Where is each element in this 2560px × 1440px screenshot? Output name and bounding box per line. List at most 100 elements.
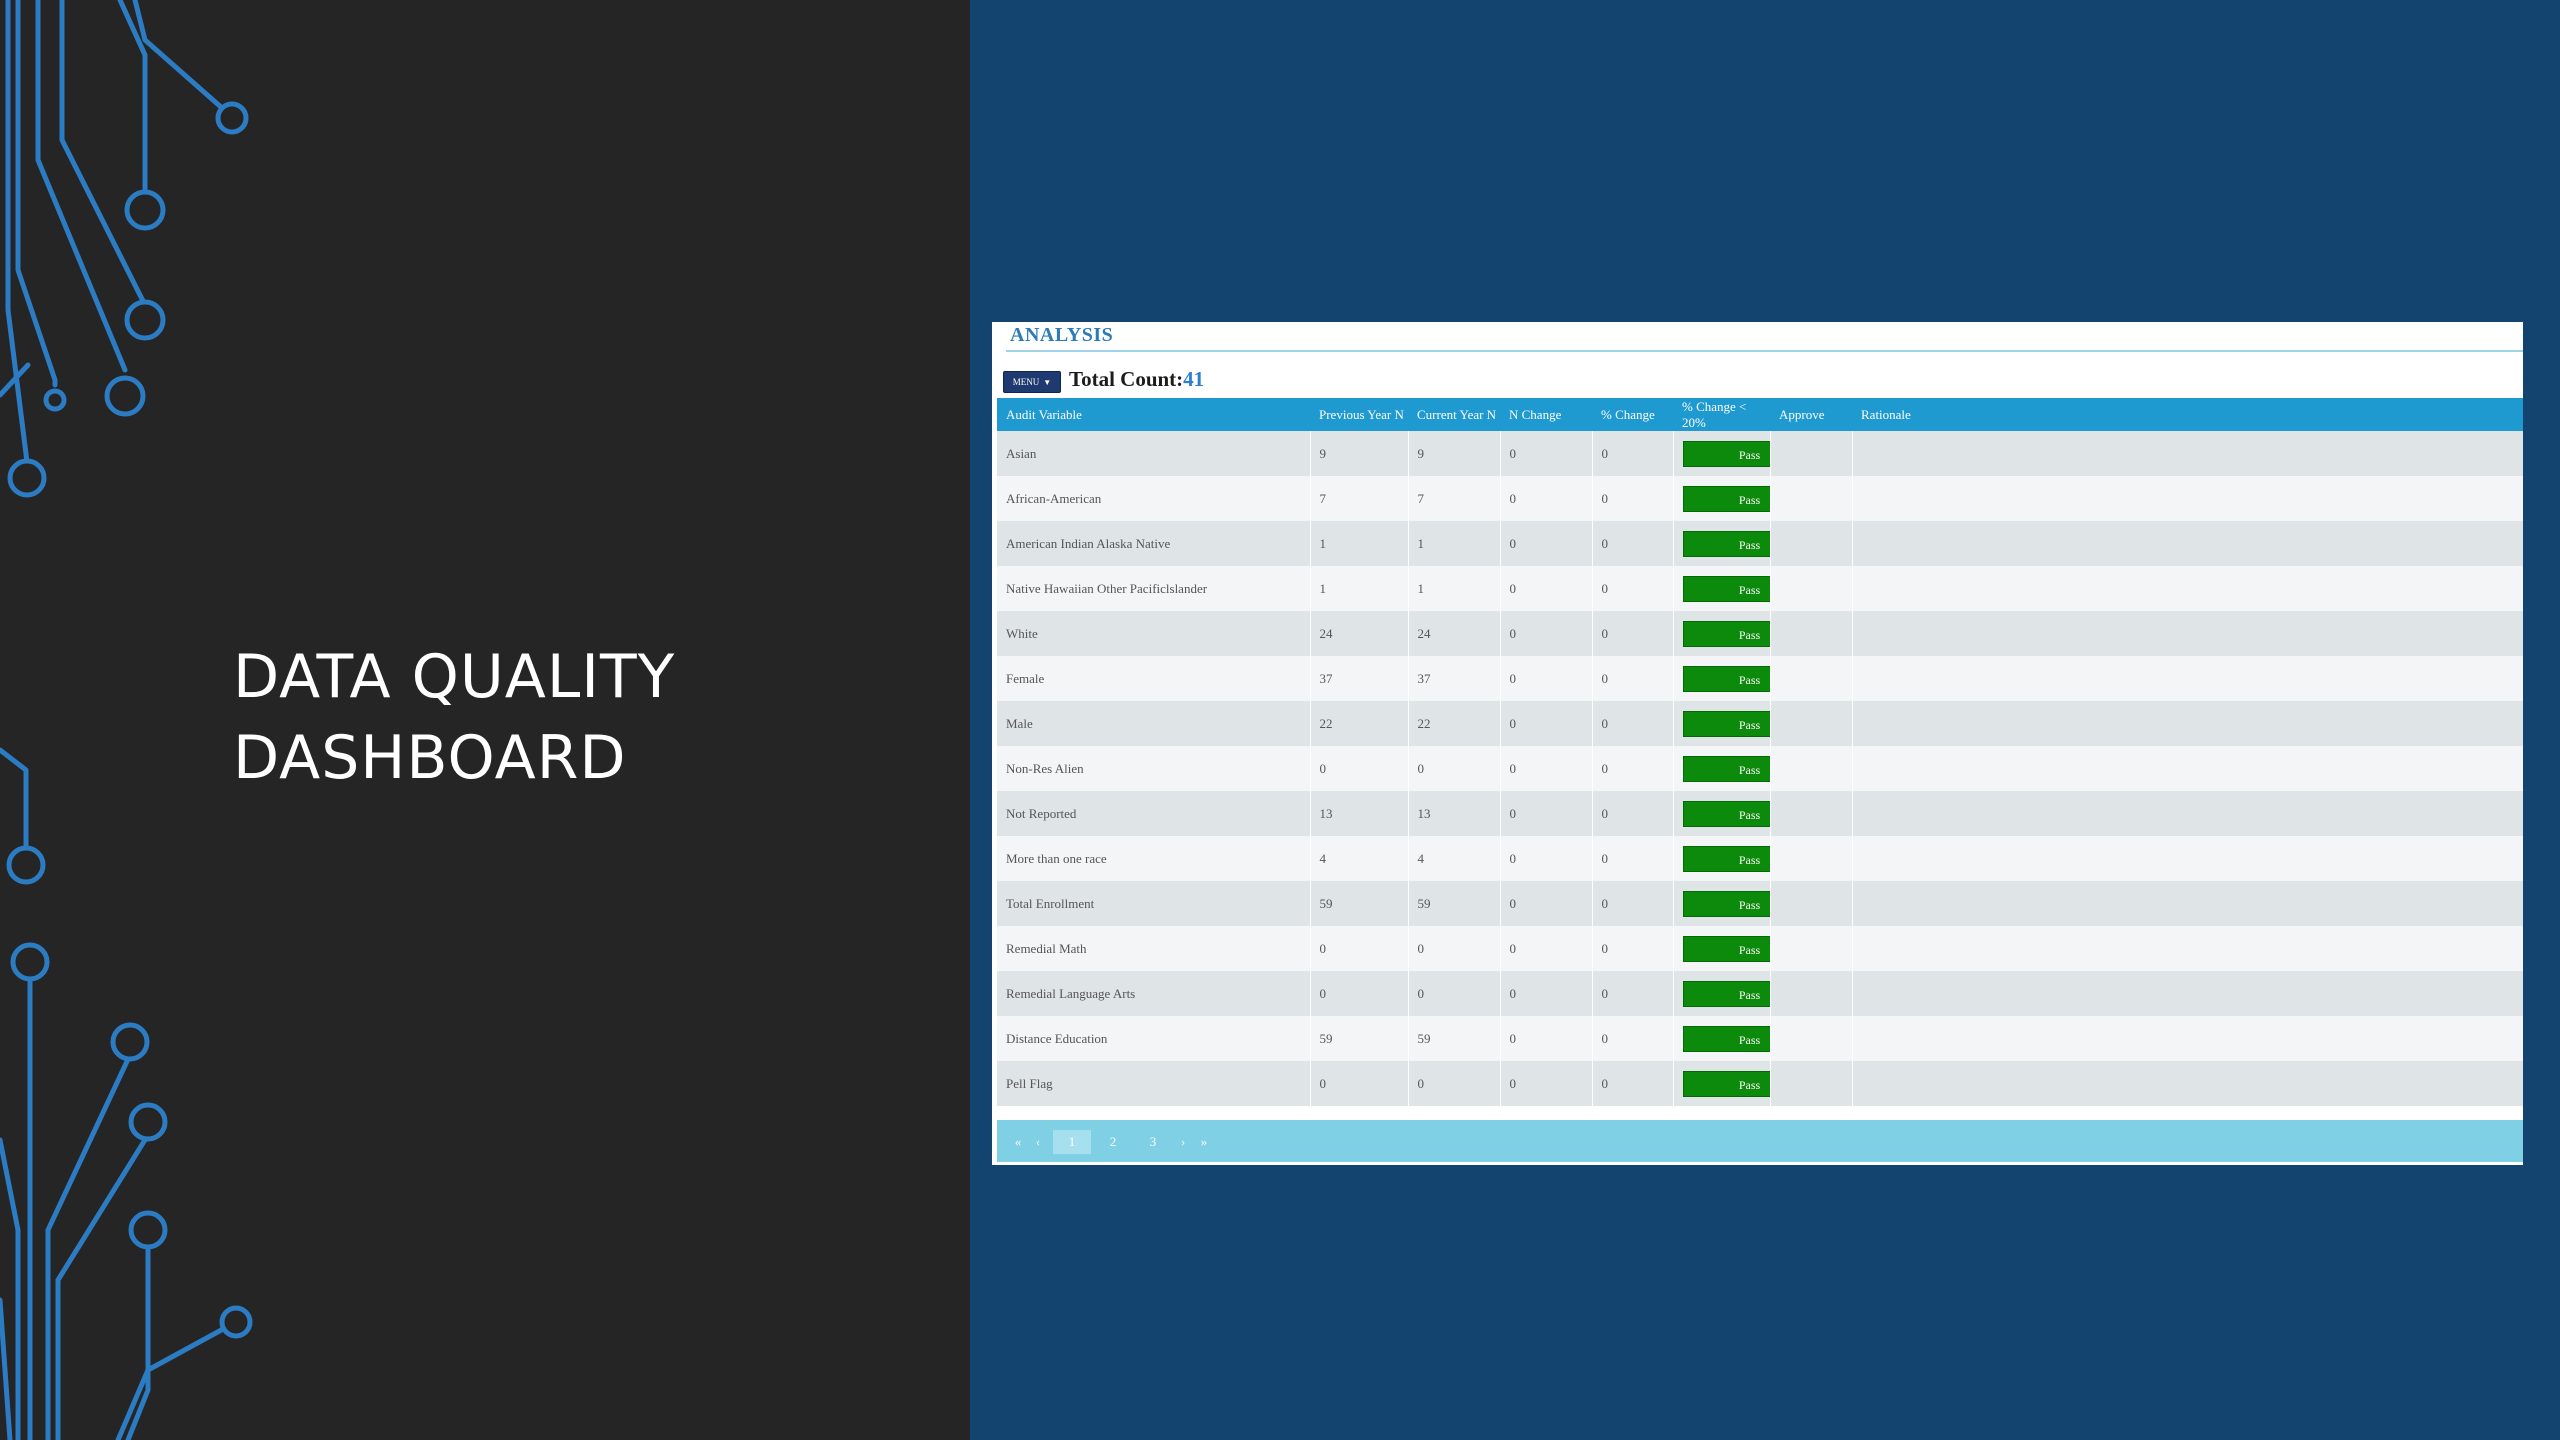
header-divider bbox=[1006, 350, 2523, 352]
status-badge[interactable]: Pass bbox=[1682, 620, 1769, 647]
table-row: White 24 24 0 0 Pass bbox=[997, 611, 2523, 656]
status-badge[interactable]: Pass bbox=[1682, 665, 1769, 692]
caret-down-icon: ▼ bbox=[1043, 377, 1052, 387]
status-badge[interactable]: Pass bbox=[1682, 845, 1769, 872]
cell-n-change: 0 bbox=[1500, 521, 1593, 566]
cell-rationale[interactable] bbox=[1852, 566, 2523, 611]
cell-rationale[interactable] bbox=[1852, 611, 2523, 656]
cell-rationale[interactable] bbox=[1852, 431, 2523, 476]
cell-rationale[interactable] bbox=[1852, 701, 2523, 746]
cell-approve[interactable] bbox=[1770, 701, 1853, 746]
last-page-button[interactable]: » bbox=[1194, 1130, 1214, 1154]
cell-approve[interactable] bbox=[1770, 926, 1853, 971]
first-page-button[interactable]: « bbox=[1009, 1130, 1027, 1154]
cell-approve[interactable] bbox=[1770, 836, 1853, 881]
column-header-previous-year[interactable]: Previous Year N bbox=[1310, 398, 1408, 431]
status-badge[interactable]: Pass bbox=[1682, 710, 1769, 737]
status-badge[interactable]: Pass bbox=[1682, 755, 1769, 782]
total-count: Total Count:41 bbox=[1069, 367, 1204, 392]
cell-approve[interactable] bbox=[1770, 656, 1853, 701]
cell-approve[interactable] bbox=[1770, 746, 1853, 791]
cell-n-change: 0 bbox=[1500, 881, 1593, 926]
cell-rationale[interactable] bbox=[1852, 971, 2523, 1016]
cell-rationale[interactable] bbox=[1852, 881, 2523, 926]
cell-audit-variable: Not Reported bbox=[997, 791, 1311, 836]
cell-current-year: 22 bbox=[1408, 701, 1501, 746]
page-button-3[interactable]: 3 bbox=[1134, 1130, 1172, 1154]
status-badge[interactable]: Pass bbox=[1682, 1025, 1769, 1052]
cell-approve[interactable] bbox=[1770, 1016, 1853, 1061]
next-page-button[interactable]: › bbox=[1173, 1130, 1193, 1154]
cell-approve[interactable] bbox=[1770, 521, 1853, 566]
cell-current-year: 1 bbox=[1408, 521, 1501, 566]
cell-approve[interactable] bbox=[1770, 431, 1853, 476]
cell-pct-change: 0 bbox=[1592, 836, 1674, 881]
cell-n-change: 0 bbox=[1500, 701, 1593, 746]
cell-approve[interactable] bbox=[1770, 971, 1853, 1016]
cell-n-change: 0 bbox=[1500, 1061, 1593, 1106]
dashboard-screenshot: ANALYSIS MENU ▼ Total Count:41 Audit Var… bbox=[992, 322, 2523, 1165]
status-badge[interactable]: Pass bbox=[1682, 890, 1769, 917]
column-header-current-year[interactable]: Current Year N bbox=[1408, 398, 1500, 431]
cell-rationale[interactable] bbox=[1852, 521, 2523, 566]
cell-status: Pass bbox=[1673, 791, 1771, 836]
cell-n-change: 0 bbox=[1500, 791, 1593, 836]
status-badge[interactable]: Pass bbox=[1682, 800, 1769, 827]
analysis-table: Audit Variable Previous Year N Current Y… bbox=[997, 398, 2523, 1106]
status-badge[interactable]: Pass bbox=[1682, 530, 1769, 557]
status-badge[interactable]: Pass bbox=[1682, 485, 1769, 512]
cell-audit-variable: More than one race bbox=[997, 836, 1311, 881]
page-button-1[interactable]: 1 bbox=[1053, 1130, 1091, 1154]
cell-n-change: 0 bbox=[1500, 836, 1593, 881]
cell-status: Pass bbox=[1673, 1016, 1771, 1061]
cell-status: Pass bbox=[1673, 1061, 1771, 1106]
cell-status: Pass bbox=[1673, 476, 1771, 521]
cell-rationale[interactable] bbox=[1852, 836, 2523, 881]
table-row: Male 22 22 0 0 Pass bbox=[997, 701, 2523, 746]
status-badge[interactable]: Pass bbox=[1682, 440, 1769, 467]
cell-pct-change: 0 bbox=[1592, 1061, 1674, 1106]
cell-current-year: 24 bbox=[1408, 611, 1501, 656]
cell-audit-variable: American Indian Alaska Native bbox=[997, 521, 1311, 566]
cell-status: Pass bbox=[1673, 926, 1771, 971]
cell-rationale[interactable] bbox=[1852, 656, 2523, 701]
table-row: Non-Res Alien 0 0 0 0 Pass bbox=[997, 746, 2523, 791]
cell-rationale[interactable] bbox=[1852, 791, 2523, 836]
cell-rationale[interactable] bbox=[1852, 926, 2523, 971]
status-badge[interactable]: Pass bbox=[1682, 980, 1769, 1007]
column-header-n-change[interactable]: N Change bbox=[1500, 398, 1592, 431]
cell-pct-change: 0 bbox=[1592, 656, 1674, 701]
column-header-approve[interactable]: Approve bbox=[1770, 398, 1852, 431]
cell-approve[interactable] bbox=[1770, 791, 1853, 836]
cell-audit-variable: Male bbox=[997, 701, 1311, 746]
prev-page-button[interactable]: ‹ bbox=[1029, 1130, 1047, 1154]
column-header-audit-variable[interactable]: Audit Variable bbox=[997, 398, 1310, 431]
cell-approve[interactable] bbox=[1770, 611, 1853, 656]
cell-previous-year: 9 bbox=[1310, 431, 1409, 476]
column-header-pct-threshold[interactable]: % Change < 20% bbox=[1673, 398, 1770, 431]
cell-rationale[interactable] bbox=[1852, 1061, 2523, 1106]
table-row: Distance Education 59 59 0 0 Pass bbox=[997, 1016, 2523, 1061]
cell-approve[interactable] bbox=[1770, 566, 1853, 611]
cell-approve[interactable] bbox=[1770, 1061, 1853, 1106]
column-header-rationale[interactable]: Rationale bbox=[1852, 398, 2523, 431]
status-badge[interactable]: Pass bbox=[1682, 1070, 1769, 1097]
status-badge[interactable]: Pass bbox=[1682, 935, 1769, 962]
cell-rationale[interactable] bbox=[1852, 1016, 2523, 1061]
cell-n-change: 0 bbox=[1500, 1016, 1593, 1061]
menu-button[interactable]: MENU ▼ bbox=[1003, 371, 1061, 393]
cell-rationale[interactable] bbox=[1852, 746, 2523, 791]
cell-previous-year: 13 bbox=[1310, 791, 1409, 836]
cell-audit-variable: Total Enrollment bbox=[997, 881, 1311, 926]
cell-pct-change: 0 bbox=[1592, 431, 1674, 476]
cell-approve[interactable] bbox=[1770, 476, 1853, 521]
column-header-pct-change[interactable]: % Change bbox=[1592, 398, 1673, 431]
cell-current-year: 37 bbox=[1408, 656, 1501, 701]
cell-previous-year: 0 bbox=[1310, 926, 1409, 971]
cell-rationale[interactable] bbox=[1852, 476, 2523, 521]
cell-approve[interactable] bbox=[1770, 881, 1853, 926]
cell-current-year: 4 bbox=[1408, 836, 1501, 881]
page-button-2[interactable]: 2 bbox=[1094, 1130, 1132, 1154]
table-row: Pell Flag 0 0 0 0 Pass bbox=[997, 1061, 2523, 1106]
status-badge[interactable]: Pass bbox=[1682, 575, 1769, 602]
